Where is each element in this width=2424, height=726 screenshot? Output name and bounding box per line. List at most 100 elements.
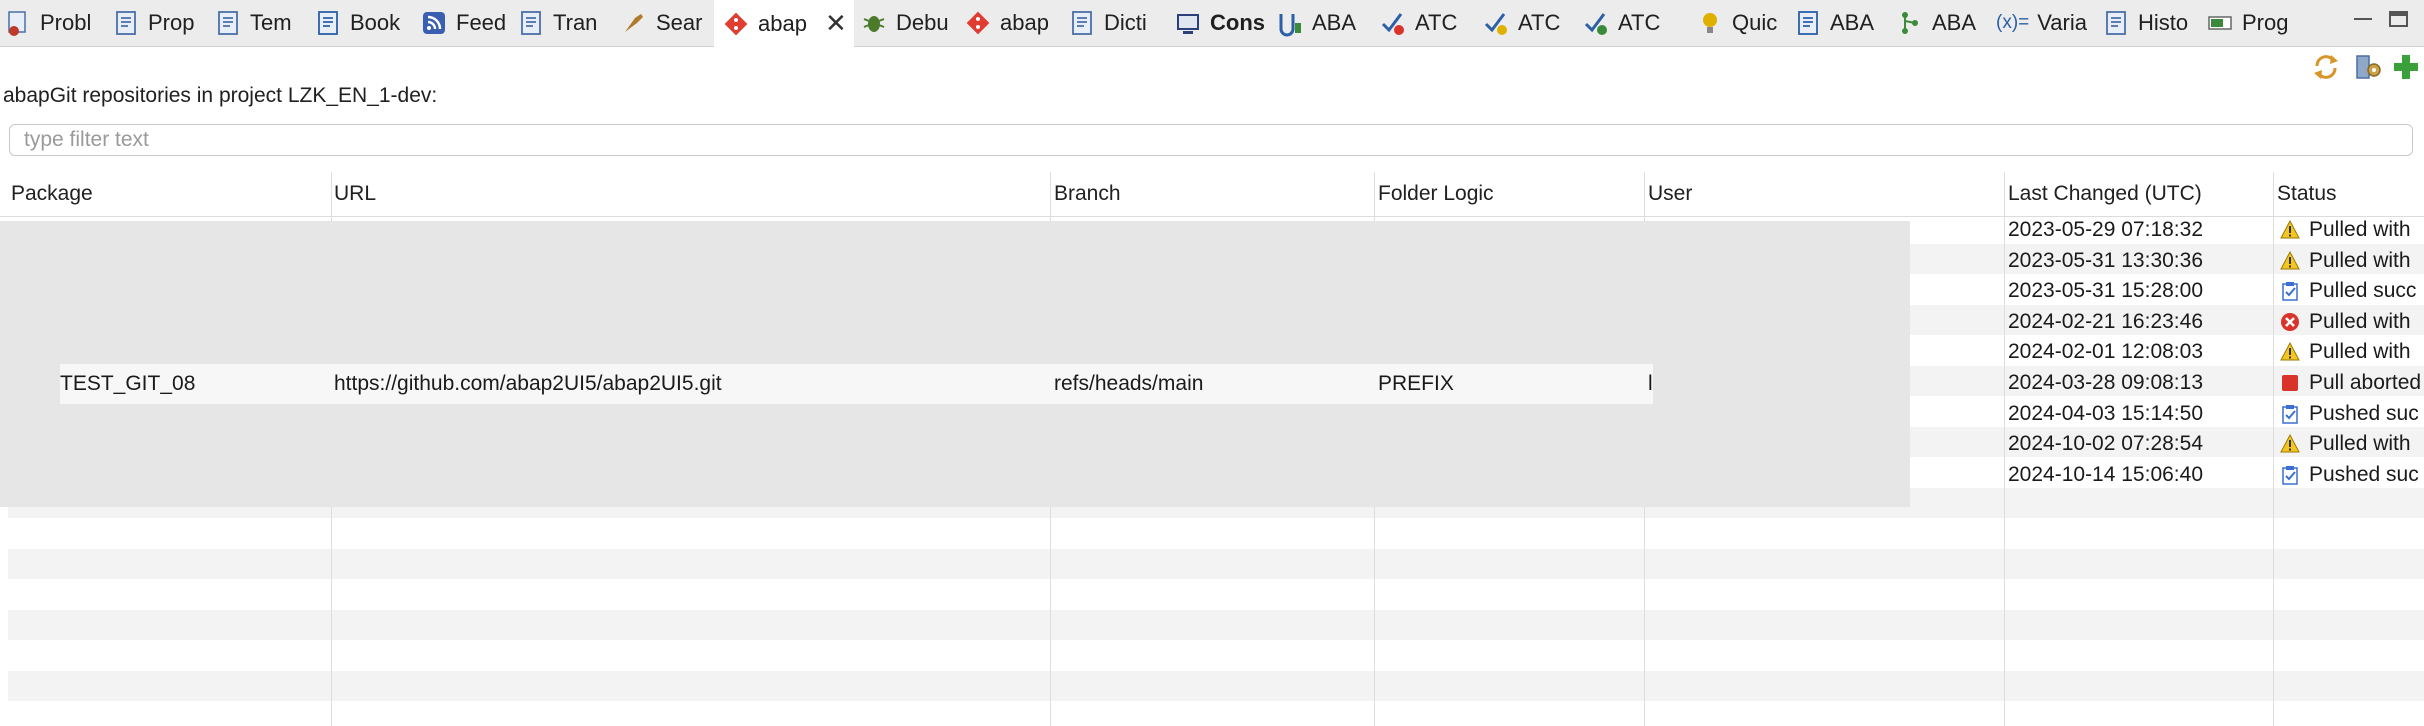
last-changed-cell: 2024-10-02 07:28:54 [2008,432,2203,456]
tab-label: Tran [553,10,598,35]
tab-label: Histo [2138,10,2189,35]
last-changed-cell: 2023-05-31 13:30:36 [2008,248,2203,272]
repository-settings-icon[interactable] [2353,52,2383,82]
status-cell: Pushed suc [2280,460,2419,490]
tab-label: Debu [896,10,949,35]
tab-bookmarks[interactable]: Book [314,0,418,46]
repositories-heading: abapGit repositories in project LZK_EN_1… [3,84,438,107]
abap-element-info-icon [1902,12,1918,34]
close-icon[interactable]: ✕ [825,8,847,39]
tab-variables[interactable]: (x)= Varia [1996,0,2100,46]
tab-templates[interactable]: Tem [214,0,312,46]
last-changed-cell: 2024-10-14 15:06:40 [2008,462,2203,486]
atc-exemptions-icon [1584,13,1607,35]
status-cell: Pushed suc [2280,399,2419,429]
tab-label: Cons [1210,10,1265,35]
tab-dictionary[interactable]: Dicti [1068,0,1172,46]
abapgit-staging-icon [966,11,990,35]
debug-icon [863,16,885,32]
tab-atc-results[interactable]: ATC [1482,0,1580,46]
last-changed-cell: 2023-05-29 07:18:32 [2008,218,2203,241]
tab-properties[interactable]: Prop [112,0,212,46]
status-text: Pull aborted [2309,371,2422,394]
column-header-folder-logic[interactable]: Folder Logic [1378,172,1494,216]
status-cell: Pulled with [2280,246,2411,276]
tab-label: abap [1000,10,1049,35]
maximize-icon[interactable] [2388,10,2410,28]
problems-icon [8,11,26,36]
warning-icon [2280,342,2300,361]
status-text: Pulled succ [2309,279,2417,303]
row-stripe [8,610,2424,640]
tab-abap-element-info[interactable]: ABA [1896,0,1994,46]
tab-search[interactable]: Sear [620,0,716,46]
column-header-package[interactable]: Package [11,172,93,216]
search-icon [625,14,643,32]
tab-problems[interactable]: Probl [4,0,104,46]
status-text: Pulled with [2309,340,2411,364]
tab-label: Varia [2037,10,2087,35]
view-tab-bar: Probl Prop Tem Book Feed Tran Sear abap ✕ Debu aba… [0,0,2424,47]
tab-abap-unit[interactable]: ABA [1276,0,1377,46]
tab-label: ABA [1830,10,1875,35]
last-changed-cell: 2024-03-28 09:08:13 [2008,371,2203,394]
tab-abapgit[interactable]: abap ✕ [714,0,854,47]
column-header-branch[interactable]: Branch [1054,172,1121,216]
refresh-icon[interactable] [2311,52,2341,82]
last-changed-cell: 2024-02-01 12:08:03 [2008,340,2203,364]
status-text: Pushed suc [2309,462,2419,486]
feed-icon [423,12,445,34]
last-changed-cell: 2024-04-03 15:14:50 [2008,401,2203,425]
properties-icon [116,11,136,35]
highlighted-url: https://github.com/abap2UI5/abap2UI5.git [334,372,722,395]
tab-label: Quic [1732,10,1778,35]
tab-transport[interactable]: Tran [517,0,618,46]
status-text: Pulled with [2309,248,2411,272]
tab-label: Dicti [1104,10,1147,35]
warning-icon [2280,434,2300,453]
column-header-status[interactable]: Status [2277,172,2337,216]
history-icon [2106,11,2126,35]
abap-doc-icon [1798,11,1818,35]
add-repository-icon[interactable] [2391,52,2421,82]
status-cell: Pulled with [2280,307,2411,337]
tab-label: abap [758,10,807,36]
status-text: Pushed suc [2309,401,2419,425]
minimize-icon[interactable] [2352,10,2374,28]
tab-atc-problems[interactable]: ATC [1379,0,1480,46]
tab-label: Feed [456,10,507,35]
highlighted-package: TEST_GIT_08 [60,372,196,395]
status-cell: Pull aborted [2280,368,2421,398]
progress-icon [2208,16,2232,30]
filter-input[interactable] [9,124,2413,156]
templates-icon [218,11,238,35]
tab-quick-assist[interactable]: Quic [1696,0,1792,46]
error-icon [2281,312,2299,331]
status-cell: Pulled succ [2280,276,2416,306]
atc-problems-icon [1381,13,1404,35]
tab-feed[interactable]: Feed [420,0,515,46]
tab-console[interactable]: Cons [1174,0,1274,46]
tab-history[interactable]: Histo [2102,0,2204,46]
status-text: Pulled with [2309,432,2411,456]
column-header-url[interactable]: URL [334,172,376,216]
tab-debug[interactable]: Debu [860,0,962,46]
tab-label: Tem [250,10,292,35]
status-cell: Pulled with [2280,337,2411,367]
last-changed-cell: 2024-02-21 16:23:46 [2008,309,2203,333]
table-header: Package URL Branch Folder Logic User Las… [0,172,2424,217]
tab-abap-doc[interactable]: ABA [1794,0,1894,46]
column-header-last-changed[interactable]: Last Changed (UTC) [2008,172,2202,216]
dictionary-icon [1072,11,1092,35]
tab-label: ABA [1932,10,1977,35]
highlighted-folder-logic: PREFIX [1378,372,1454,395]
tab-abapgit-staging[interactable]: abap [964,0,1066,46]
row-stripe [8,671,2424,701]
tab-progress[interactable]: Prog [2206,0,2302,46]
column-header-user[interactable]: User [1648,172,1692,216]
aborted-icon [2282,375,2298,391]
bookmarks-icon [318,11,338,35]
tab-label: ATC [1618,10,1661,35]
row-stripe [8,549,2424,579]
tab-atc-exemptions[interactable]: ATC [1582,0,1694,46]
